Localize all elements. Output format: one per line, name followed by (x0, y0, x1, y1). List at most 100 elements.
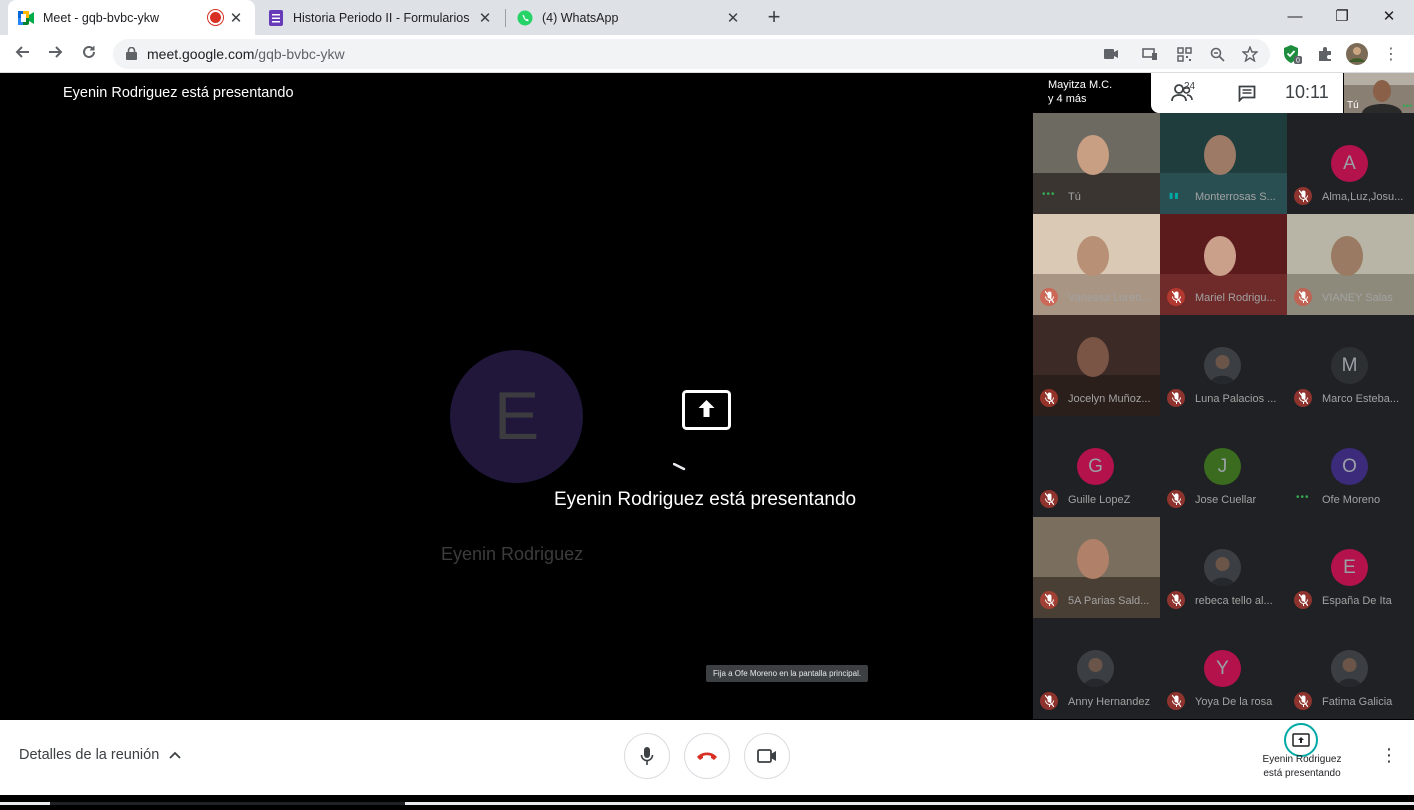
browser-toolbar: meet.google.com/gqb-bvbc-ykw 0 ⋮ (0, 35, 1414, 73)
participant-name: Anny Hernandez (1068, 696, 1150, 708)
mic-off-icon (1167, 490, 1185, 508)
minimize-button[interactable]: — (1272, 4, 1318, 30)
present-label: Eyenin Rodriguez está presentando (1252, 753, 1352, 781)
participant-name: 5A Parias Sald... (1068, 595, 1150, 607)
participant-tile[interactable]: Anny Hernandez (1033, 618, 1160, 719)
back-button[interactable] (10, 42, 34, 66)
participant-tile[interactable]: G Guille LopeZ (1033, 416, 1160, 517)
back-arrow-icon (15, 46, 29, 58)
tab-strip: Meet - gqb-bvbc-ykw ✕ Historia Periodo I… (0, 0, 1414, 35)
participant-name: Vanessa Loren... (1068, 292, 1151, 304)
camera-button[interactable] (744, 733, 790, 779)
tab-title: (4) WhatsApp (542, 10, 619, 25)
participant-avatar: M (1331, 347, 1368, 384)
close-window-button[interactable]: ✕ (1366, 4, 1412, 30)
zoom-icon[interactable] (1208, 45, 1226, 63)
end-call-button[interactable] (684, 733, 730, 779)
participant-name: Monterrosas S... (1195, 191, 1276, 203)
tab-forms[interactable]: Historia Periodo II - Formularios de Goo… (258, 0, 503, 35)
present-label-line2: está presentando (1263, 768, 1341, 779)
self-view-thumbnail[interactable]: Tú ••• (1344, 73, 1414, 113)
address-bar[interactable]: meet.google.com/gqb-bvbc-ykw (113, 39, 1270, 69)
participant-tile[interactable]: Jocelyn Muñoz... (1033, 315, 1160, 416)
presenting-message: Eyenin Rodriguez está presentando (554, 489, 857, 510)
mic-off-icon (1294, 187, 1312, 205)
present-now-button[interactable] (1284, 723, 1318, 757)
new-tab-button[interactable]: + (762, 6, 786, 30)
participant-tile[interactable]: O ••• Ofe Moreno (1287, 416, 1414, 517)
meeting-clock: 10:11 (1285, 82, 1329, 102)
participant-tile[interactable]: ••• Tú (1033, 113, 1160, 214)
security-extension-icon[interactable]: 0 (1281, 43, 1303, 65)
participant-avatar: A (1331, 145, 1368, 182)
meet-icon (18, 10, 34, 26)
participant-name: España De Ita (1322, 595, 1392, 607)
loading-spinner-icon (672, 458, 687, 471)
browser-menu-icon[interactable]: ⋮ (1380, 43, 1402, 65)
mic-off-icon (1167, 389, 1185, 407)
mic-off-icon (1294, 288, 1312, 306)
participant-tile[interactable]: ▮▮ Monterrosas S... (1160, 113, 1287, 214)
participant-tile[interactable]: M Marco Esteba... (1287, 315, 1414, 416)
close-tab-icon[interactable]: ✕ (724, 9, 742, 27)
recording-indicator-icon (210, 12, 221, 23)
more-options-button[interactable]: ⋮ (1380, 745, 1398, 769)
qr-code-icon[interactable] (1175, 45, 1193, 63)
restore-button[interactable]: ❐ (1319, 4, 1365, 30)
participant-tile[interactable]: A Alma,Luz,Josu... (1287, 113, 1414, 214)
tab-title: Meet - gqb-bvbc-ykw (43, 10, 160, 25)
mic-off-icon (1294, 389, 1312, 407)
participant-tile[interactable]: Fatima Galicia (1287, 618, 1414, 719)
chevron-up-icon[interactable] (167, 747, 183, 763)
participant-tile[interactable]: Mariel Rodrigu... (1160, 214, 1287, 315)
whatsapp-icon (517, 10, 533, 26)
participant-photo (1204, 549, 1241, 586)
lock-icon[interactable] (126, 46, 137, 65)
participant-tile[interactable]: VIANEY Salas (1287, 214, 1414, 315)
participant-name: Jocelyn Muñoz... (1068, 393, 1151, 405)
mic-off-icon (1167, 591, 1185, 609)
participant-photo (1331, 650, 1368, 687)
participant-tile[interactable]: rebeca tello al... (1160, 517, 1287, 618)
presenter-avatar: E (450, 350, 583, 483)
present-label-line1: Eyenin Rodriguez (1262, 754, 1342, 765)
bookmark-star-icon[interactable] (1241, 45, 1259, 63)
tab-meet[interactable]: Meet - gqb-bvbc-ykw ✕ (8, 0, 255, 35)
participant-name: Mariel Rodrigu... (1195, 292, 1276, 304)
mic-off-icon (1040, 490, 1058, 508)
participant-avatar: J (1204, 448, 1241, 485)
chat-button[interactable] (1238, 85, 1256, 107)
mic-off-icon (1167, 288, 1185, 306)
speaker-more: y 4 más (1048, 93, 1087, 105)
participant-avatar: O (1331, 448, 1368, 485)
forward-button[interactable] (44, 42, 68, 66)
close-tab-icon[interactable]: ✕ (227, 9, 245, 27)
participant-tile[interactable]: 5A Parias Sald... (1033, 517, 1160, 618)
participant-name: Guille LopeZ (1068, 494, 1131, 506)
presenter-name: Eyenin Rodriguez (441, 544, 584, 564)
meeting-details-button[interactable]: Detalles de la reunión (19, 747, 159, 763)
participant-tile[interactable]: Y Yoya De la rosa (1160, 618, 1287, 719)
mic-off-icon (1040, 288, 1058, 306)
participant-tile[interactable]: Vanessa Loren... (1033, 214, 1160, 315)
url-text: meet.google.com/gqb-bvbc-ykw (147, 46, 345, 62)
meeting-header: Mayitza M.C. y 4 más 24 10:11 Tú ••• (1008, 73, 1414, 113)
self-label: Tú (1347, 100, 1359, 111)
participant-name: Yoya De la rosa (1195, 696, 1273, 708)
reload-button[interactable] (77, 42, 101, 66)
microphone-button[interactable] (624, 733, 670, 779)
participant-name: Alma,Luz,Josu... (1322, 191, 1404, 203)
participant-tile[interactable]: E España De Ita (1287, 517, 1414, 618)
close-tab-icon[interactable]: ✕ (477, 9, 493, 27)
participant-photo (1077, 650, 1114, 687)
profile-avatar[interactable] (1346, 43, 1368, 65)
tab-whatsapp[interactable]: (4) WhatsApp ✕ (507, 0, 752, 35)
extensions-puzzle-icon[interactable] (1314, 43, 1336, 65)
people-count: 24 (1184, 81, 1196, 92)
participant-tile[interactable]: Luna Palacios ... (1160, 315, 1287, 416)
participant-tile[interactable]: J Jose Cuellar (1160, 416, 1287, 517)
mic-off-icon (1294, 591, 1312, 609)
camera-in-use-icon[interactable] (1102, 45, 1120, 63)
cast-icon[interactable] (1141, 45, 1159, 63)
main-stage: Eyenin Rodriguez está presentando E Eyen… (0, 73, 1033, 720)
